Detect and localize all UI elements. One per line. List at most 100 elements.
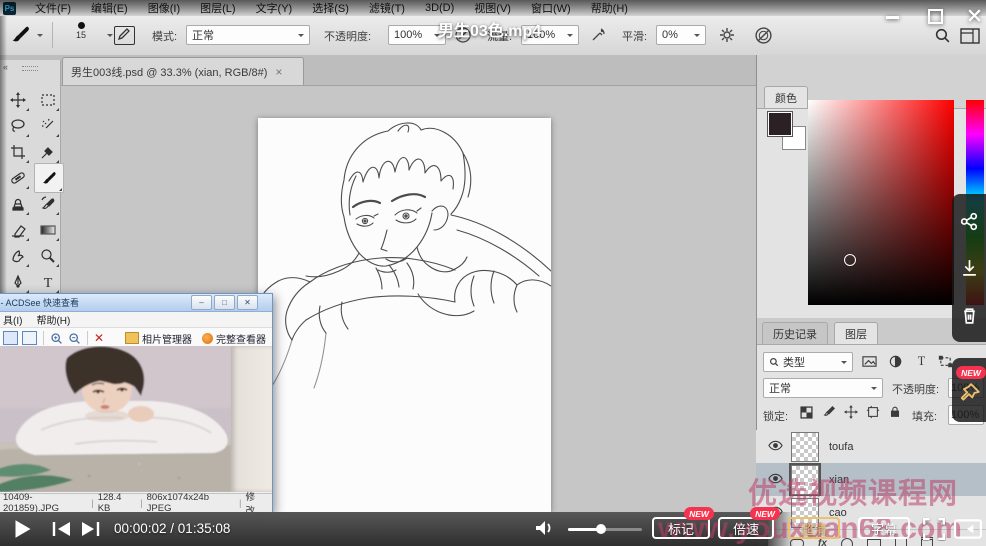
tool-pen[interactable] bbox=[6, 270, 30, 294]
download-icon[interactable] bbox=[960, 258, 979, 277]
menu-3d[interactable]: 3D(D) bbox=[415, 2, 464, 14]
layer-fx-icon[interactable]: fx bbox=[818, 538, 827, 546]
document-tab[interactable]: 男生003线.psd @ 33.3% (xian, RGB/8#) × bbox=[62, 57, 304, 85]
tool-gradient[interactable] bbox=[36, 218, 60, 242]
acdsee-photo-area[interactable] bbox=[0, 346, 272, 492]
volume-icon[interactable] bbox=[534, 519, 554, 537]
brush-size-picker[interactable]: 15 bbox=[64, 20, 98, 40]
layer-row-toufa[interactable]: toufa bbox=[756, 430, 986, 464]
miniplayer-icon[interactable] bbox=[954, 518, 982, 540]
layer-filter-select[interactable]: 类型 bbox=[763, 352, 853, 372]
tool-type[interactable]: T bbox=[36, 270, 60, 294]
adjustment-layer-icon[interactable] bbox=[841, 538, 853, 546]
tool-brush-selected[interactable] bbox=[34, 163, 64, 193]
play-button[interactable] bbox=[14, 519, 32, 539]
tool-lasso[interactable] bbox=[6, 114, 30, 138]
fullscreen-icon[interactable] bbox=[922, 517, 946, 541]
layer-row-xian-selected[interactable]: xian bbox=[756, 463, 986, 497]
filter-adjustment-icon[interactable] bbox=[888, 354, 903, 374]
speed-button[interactable]: 倍速 bbox=[718, 517, 774, 539]
tool-move[interactable] bbox=[6, 88, 30, 112]
layer-blend-mode-select[interactable]: 正常 bbox=[763, 378, 883, 398]
window-maximize-button[interactable] bbox=[928, 9, 943, 24]
prev-frame-button[interactable] bbox=[52, 521, 72, 537]
foreground-color-swatch[interactable] bbox=[768, 112, 792, 136]
eye-icon[interactable] bbox=[768, 440, 783, 454]
window-close-button[interactable] bbox=[966, 7, 983, 24]
workspace-icon[interactable] bbox=[960, 28, 980, 44]
lock-position-icon[interactable] bbox=[844, 405, 858, 424]
window-minimize-button[interactable] bbox=[886, 16, 899, 19]
eye-icon[interactable] bbox=[768, 473, 783, 487]
lock-artboard-icon[interactable] bbox=[866, 405, 880, 424]
acdsee-window[interactable]: 59).JPG - ACDSee 快速查看 – □ ✕ 具(I) 帮助(H) ✕… bbox=[0, 293, 273, 513]
delete-icon[interactable]: ✕ bbox=[94, 331, 104, 345]
tool-crop[interactable] bbox=[6, 140, 30, 164]
trash-icon[interactable] bbox=[960, 306, 979, 325]
menu-layer[interactable]: 图层(L) bbox=[190, 0, 245, 16]
menu-filter[interactable]: 滤镜(T) bbox=[359, 0, 415, 16]
tool-smudge[interactable] bbox=[6, 244, 30, 268]
lock-all-icon[interactable] bbox=[888, 405, 902, 424]
tab-close-icon[interactable]: × bbox=[275, 65, 282, 79]
layer-thumbnail[interactable] bbox=[791, 465, 819, 495]
document-canvas[interactable] bbox=[258, 118, 551, 512]
acdsee-menu-tools[interactable]: 具(I) bbox=[0, 312, 22, 327]
tool-eraser[interactable] bbox=[6, 218, 30, 242]
pin-icon[interactable] bbox=[959, 382, 981, 404]
tab-layers[interactable]: 图层 bbox=[834, 322, 878, 345]
lock-image-icon[interactable] bbox=[822, 405, 836, 424]
smoothing-select[interactable]: 0% bbox=[656, 25, 706, 45]
tool-preset-picker[interactable] bbox=[10, 24, 43, 46]
tool-eyedropper[interactable] bbox=[36, 140, 60, 164]
color-saturation-field[interactable] bbox=[808, 100, 954, 305]
filter-shape-icon[interactable] bbox=[938, 354, 953, 374]
volume-handle[interactable] bbox=[596, 524, 606, 534]
panel-grip[interactable] bbox=[22, 66, 38, 71]
tool-magic-wand[interactable] bbox=[36, 114, 60, 138]
acdsee-minimize-button[interactable]: – bbox=[191, 295, 212, 310]
acdsee-maximize-button[interactable]: □ bbox=[214, 295, 235, 310]
tab-history[interactable]: 历史记录 bbox=[762, 322, 828, 345]
filter-pixel-layers-icon[interactable] bbox=[862, 354, 877, 374]
chevron-down-icon[interactable] bbox=[107, 34, 113, 40]
menu-edit[interactable]: 编辑(E) bbox=[81, 0, 138, 16]
tool-clone-stamp[interactable] bbox=[6, 192, 30, 216]
tool-marquee[interactable] bbox=[36, 88, 60, 112]
layer-group-icon[interactable] bbox=[867, 539, 881, 546]
subtitle-button[interactable]: 字幕 bbox=[858, 517, 910, 539]
brush-panel-toggle[interactable] bbox=[114, 26, 135, 45]
zoom-in-icon[interactable] bbox=[50, 332, 63, 345]
next-frame-button[interactable] bbox=[80, 521, 100, 537]
share-icon[interactable] bbox=[960, 212, 979, 231]
blend-mode-select[interactable]: 正常 bbox=[186, 25, 310, 45]
layer-thumbnail[interactable] bbox=[791, 432, 819, 462]
view-mode2-icon[interactable] bbox=[22, 331, 37, 345]
color-picker-cursor[interactable] bbox=[844, 254, 856, 266]
search-icon[interactable] bbox=[934, 27, 951, 44]
airbrush-icon[interactable] bbox=[590, 26, 608, 44]
full-viewer-button[interactable]: 完整查看器 bbox=[216, 331, 266, 346]
acdsee-menu-help[interactable]: 帮助(H) bbox=[22, 312, 70, 327]
tab-color[interactable]: 颜色 bbox=[764, 86, 808, 109]
view-mode-icon[interactable] bbox=[3, 331, 18, 345]
menu-view[interactable]: 视图(V) bbox=[464, 0, 521, 16]
mark-button[interactable]: 标记 bbox=[652, 517, 710, 539]
hd-quality-button[interactable]: 超清 bbox=[788, 517, 840, 539]
lock-transparency-icon[interactable] bbox=[800, 406, 813, 424]
tool-history-brush[interactable] bbox=[36, 192, 60, 216]
acdsee-titlebar[interactable]: 59).JPG - ACDSee 快速查看 – □ ✕ bbox=[0, 294, 272, 312]
photo-manager-button[interactable]: 相片管理器 bbox=[142, 331, 192, 346]
tool-dodge[interactable] bbox=[36, 244, 60, 268]
gear-icon[interactable] bbox=[718, 26, 736, 44]
menu-window[interactable]: 窗口(W) bbox=[521, 0, 581, 16]
menu-help[interactable]: 帮助(H) bbox=[581, 0, 638, 16]
menu-file[interactable]: 文件(F) bbox=[25, 0, 81, 16]
tool-spot-heal[interactable] bbox=[6, 166, 30, 190]
paint-symmetry-icon[interactable] bbox=[754, 26, 773, 45]
menu-select[interactable]: 选择(S) bbox=[302, 0, 359, 16]
menu-type[interactable]: 文字(Y) bbox=[246, 0, 303, 16]
new-layer-icon[interactable] bbox=[895, 538, 907, 546]
filter-type-icon[interactable]: T bbox=[914, 353, 929, 373]
menu-image[interactable]: 图像(I) bbox=[138, 0, 190, 16]
